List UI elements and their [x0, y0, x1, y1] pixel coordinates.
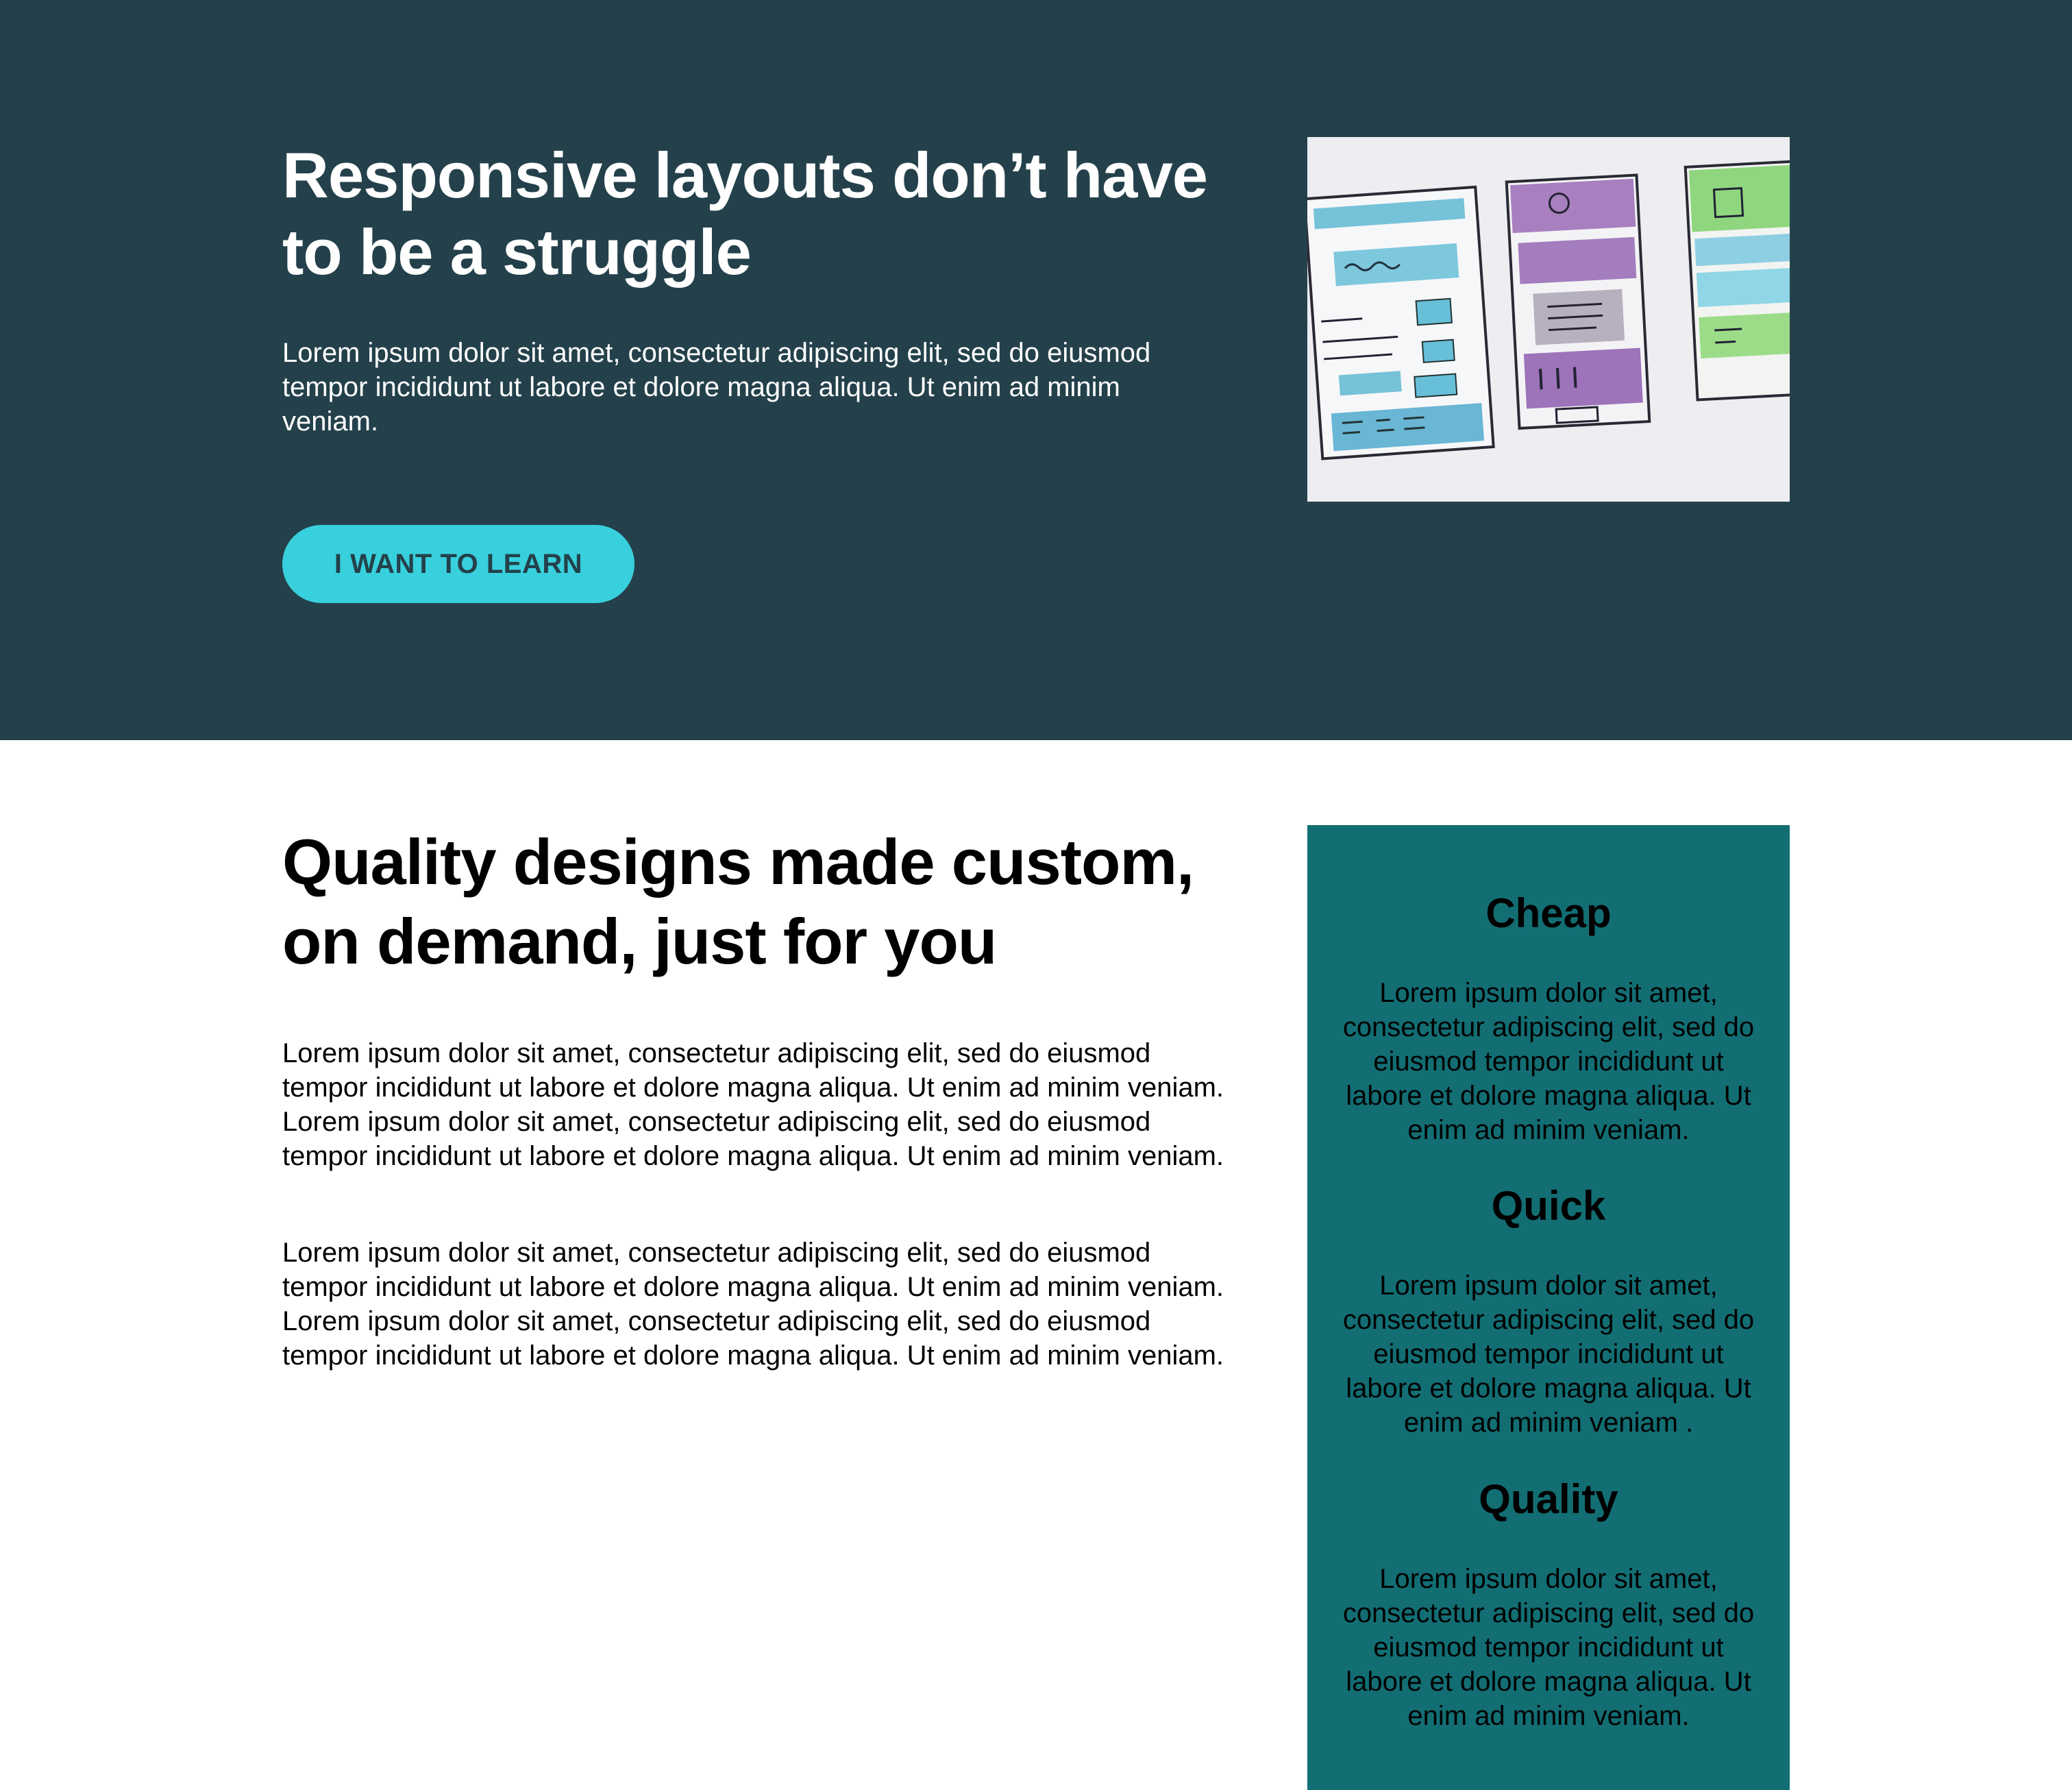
feature-text-cheap: Lorem ipsum dolor sit amet, consectetur … — [1342, 978, 1755, 1145]
feature-title-cheap: Cheap — [1485, 890, 1612, 936]
feature-title-quick: Quick — [1491, 1183, 1606, 1229]
feature-text-quick: Lorem ipsum dolor sit amet, consectetur … — [1342, 1271, 1755, 1438]
hero-title: Responsive layouts don’t have to be a st… — [282, 139, 1208, 288]
feature-text-quality: Lorem ipsum dolor sit amet, consectetur … — [1342, 1564, 1755, 1731]
features-sidebar: Cheap Lorem ipsum dolor sit amet, consec… — [1307, 825, 1790, 1790]
wireframe-sketch-image — [1307, 137, 1790, 502]
hero-description: Lorem ipsum dolor sit amet, consectetur … — [282, 338, 1151, 437]
body-paragraph: Lorem ipsum dolor sit amet, consectetur … — [282, 1238, 1224, 1371]
section-title: Quality designs made custom, on demand, … — [282, 826, 1194, 977]
learn-button[interactable]: I WANT TO LEARN — [282, 525, 634, 603]
body-paragraph: Lorem ipsum dolor sit amet, consectetur … — [282, 1038, 1224, 1171]
feature-title-quality: Quality — [1479, 1476, 1618, 1522]
hero-section: Responsive layouts don’t have to be a st… — [0, 0, 2072, 740]
